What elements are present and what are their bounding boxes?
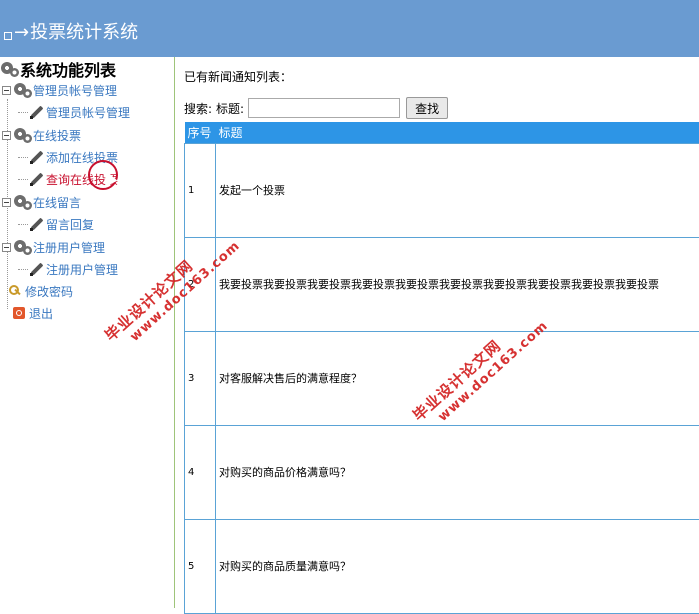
table-header: 序号 标题: [185, 122, 699, 143]
row-title[interactable]: 我要投票我要投票我要投票我要投票我要投票我要投票我要投票我要投票我要投票我要投票: [216, 237, 699, 331]
pencil-icon: [30, 263, 43, 276]
sidebar-item-logout[interactable]: 退出: [13, 304, 53, 322]
logout-icon: [13, 307, 25, 319]
table-row[interactable]: 2 我要投票我要投票我要投票我要投票我要投票我要投票我要投票我要投票我要投票我要…: [185, 237, 699, 331]
column-header: 标题: [216, 122, 699, 143]
tree-group-label: 在线投票: [33, 127, 81, 144]
sidebar-item-admin-account[interactable]: 管理员帐号管理: [18, 103, 130, 121]
row-number: 4: [185, 425, 216, 519]
sidebar-title: 系统功能列表: [0, 59, 116, 79]
main-content: 已有新闻通知列表： 搜索: 标题: 查找 序号 标题 1 发起一个投票 2 我要…: [175, 57, 699, 608]
search-bar: 搜索: 标题: 查找: [184, 97, 448, 119]
gears-icon: [0, 60, 20, 78]
row-title[interactable]: 发起一个投票: [216, 143, 699, 237]
search-button[interactable]: 查找: [406, 97, 448, 119]
row-number: 1: [185, 143, 216, 237]
tree-group-label: 管理员帐号管理: [33, 82, 117, 99]
sidebar-item-label: 管理员帐号管理: [46, 104, 130, 121]
tree-group-voting[interactable]: 在线投票: [2, 126, 81, 144]
tree-group-messages[interactable]: 在线留言: [2, 193, 81, 211]
sidebar-item-change-password[interactable]: 修改密码: [8, 282, 73, 300]
collapse-icon[interactable]: [2, 86, 11, 95]
sidebar-item-user-manage[interactable]: 注册用户管理: [18, 260, 118, 278]
sidebar-item-label: 修改密码: [25, 283, 73, 300]
key-icon: [8, 284, 22, 298]
row-number: 5: [185, 519, 216, 613]
pencil-icon: [30, 218, 43, 231]
sidebar-item-reply[interactable]: 留言回复: [18, 215, 94, 233]
tree-group-label: 在线留言: [33, 194, 81, 211]
pencil-icon: [30, 106, 43, 119]
row-title[interactable]: 对购买的商品质量满意吗？: [216, 519, 699, 613]
gears-icon: [13, 81, 33, 99]
list-title: 已有新闻通知列表：: [184, 68, 292, 85]
sidebar-title-text: 系统功能列表: [20, 57, 116, 81]
gears-icon: [13, 193, 33, 211]
app-title-text: 投票统计系统: [30, 20, 138, 46]
tree-group-label: 注册用户管理: [33, 239, 105, 256]
row-title[interactable]: 对购买的商品价格满意吗？: [216, 425, 699, 519]
sidebar-item-label: 注册用户管理: [46, 261, 118, 278]
pencil-icon: [30, 151, 43, 164]
table-row[interactable]: 5 对购买的商品质量满意吗？: [185, 519, 699, 613]
pencil-icon: [30, 173, 43, 186]
tree-group-users[interactable]: 注册用户管理: [2, 238, 105, 256]
collapse-icon[interactable]: [2, 243, 11, 252]
sidebar-item-label: 留言回复: [46, 216, 94, 233]
collapse-icon[interactable]: [2, 131, 11, 140]
gears-icon: [13, 126, 33, 144]
collapse-icon[interactable]: [2, 198, 11, 207]
table-row[interactable]: 1 发起一个投票: [185, 143, 699, 237]
tree-group-admin[interactable]: 管理员帐号管理: [2, 81, 117, 99]
search-input[interactable]: [248, 98, 400, 118]
search-label: 搜索:: [184, 100, 212, 117]
column-header: 序号: [185, 122, 216, 143]
arrow-icon: →: [14, 20, 29, 46]
window-icon: [4, 32, 12, 40]
sidebar-item-label: 退出: [29, 305, 53, 322]
row-number: 3: [185, 331, 216, 425]
app-header: → 投票统计系统: [0, 0, 699, 57]
vote-table: 序号 标题 1 发起一个投票 2 我要投票我要投票我要投票我要投票我要投票我要投…: [184, 122, 699, 614]
title-label: 标题:: [216, 100, 244, 117]
app-title: → 投票统计系统: [4, 20, 138, 46]
table-row[interactable]: 4 对购买的商品价格满意吗？: [185, 425, 699, 519]
gears-icon: [13, 238, 33, 256]
